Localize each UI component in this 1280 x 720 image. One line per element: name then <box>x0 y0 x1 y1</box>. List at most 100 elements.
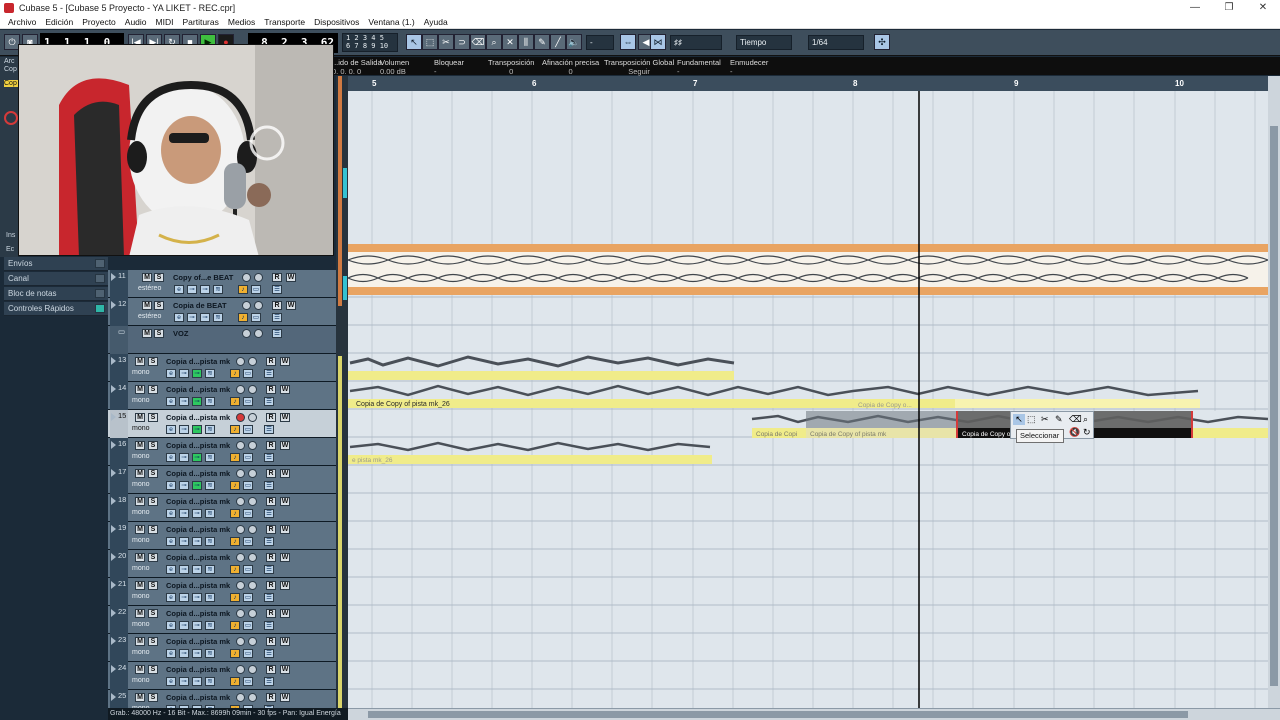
eq-icon[interactable]: ≋ <box>205 565 215 574</box>
folder-icon[interactable]: ▭ <box>243 397 253 406</box>
solo-button[interactable]: S <box>148 581 158 590</box>
notepad-icon[interactable] <box>95 289 105 298</box>
mute-button[interactable]: M <box>135 385 145 394</box>
line-tool-icon[interactable]: ╱ <box>550 34 566 50</box>
eq-icon[interactable]: ≋ <box>205 481 215 490</box>
track-19[interactable]: 19 M S Copia d...pista mk R Wmono e ⊸ ⊸ ≋ ♪ ▭ ☰ <box>108 522 336 550</box>
split-icon[interactable]: ✂ <box>1041 414 1049 425</box>
record-button[interactable] <box>236 693 245 702</box>
track-name[interactable]: Copia d...pista mk <box>166 553 230 562</box>
eq-icon[interactable]: ≋ <box>205 397 215 406</box>
expand-icon[interactable] <box>111 637 116 645</box>
write-button[interactable]: W <box>280 469 290 478</box>
expand-icon[interactable] <box>111 553 116 561</box>
read-button[interactable]: R <box>266 553 276 562</box>
monitor-button[interactable] <box>248 413 257 422</box>
mute-button[interactable]: M <box>135 469 145 478</box>
lanes-icon[interactable]: ☰ <box>264 425 274 434</box>
edit-button[interactable]: e <box>166 425 176 434</box>
edit-button[interactable]: e <box>166 677 176 686</box>
insert-icon[interactable]: ⊸ <box>192 453 202 462</box>
inspector-label-4[interactable]: Ec <box>6 246 14 253</box>
solo-button[interactable]: S <box>148 665 158 674</box>
lock-icon[interactable]: ♪ <box>230 369 240 378</box>
solo-button[interactable]: S <box>148 693 158 702</box>
lock-icon[interactable]: ♪ <box>230 593 240 602</box>
monitor-button[interactable] <box>254 329 263 338</box>
insert-icon[interactable]: ⊸ <box>192 565 202 574</box>
read-button[interactable]: R <box>266 469 276 478</box>
snap-icon[interactable]: ⋈ <box>650 34 666 50</box>
edit-button[interactable]: e <box>166 621 176 630</box>
folder-icon[interactable]: ▭ <box>243 425 253 434</box>
lanes-icon[interactable]: ☰ <box>264 369 274 378</box>
menu-edicion[interactable]: Edición <box>45 17 73 27</box>
vertical-scrollbar[interactable] <box>1268 76 1280 708</box>
edit-button[interactable]: e <box>166 537 176 546</box>
lanes-icon[interactable]: ☰ <box>264 397 274 406</box>
quantize-select[interactable]: 1/64 <box>808 35 864 50</box>
mute-button[interactable]: M <box>135 581 145 590</box>
insert-icon[interactable]: ⊸ <box>192 677 202 686</box>
folder-icon[interactable]: ▭ <box>243 649 253 658</box>
lanes-icon[interactable]: ☰ <box>272 329 282 338</box>
color-select[interactable]: - <box>586 35 614 50</box>
expand-icon[interactable] <box>111 497 116 505</box>
solo-button[interactable]: S <box>148 609 158 618</box>
monitor-button[interactable] <box>248 441 257 450</box>
track-name[interactable]: Copia d...pista mk <box>166 581 230 590</box>
insert-icon[interactable]: ⊸ <box>192 537 202 546</box>
eq-icon[interactable]: ≋ <box>205 425 215 434</box>
folder-icon[interactable]: ▭ <box>110 326 128 354</box>
track-25[interactable]: 25MSCopia d...pista mkRWmonoe⊸⊸≋♪▭☰ <box>108 690 336 710</box>
info-lock[interactable]: Bloquear - <box>434 58 464 76</box>
record-button[interactable] <box>242 301 251 310</box>
monitor-button[interactable] <box>248 385 257 394</box>
track-name[interactable]: Copy of...e BEAT <box>173 273 233 282</box>
write-button[interactable]: W <box>280 665 290 674</box>
folder-icon[interactable]: ▭ <box>243 509 253 518</box>
pointer-icon[interactable]: ↖ <box>1013 414 1025 425</box>
edit-button[interactable]: e <box>166 481 176 490</box>
lock-icon[interactable]: ♪ <box>230 649 240 658</box>
audio-event-track-14[interactable]: Copia de Copy of pista mk_26 <box>348 384 1200 408</box>
mute-button[interactable]: M <box>142 301 152 310</box>
track-17[interactable]: 17 M S Copia d...pista mk R Wmono e ⊸ ⊸ ≋ ♪ ▭ ☰ <box>108 466 336 494</box>
monitor-button[interactable] <box>248 525 257 534</box>
track-name[interactable]: Copia de BEAT <box>173 301 227 310</box>
monitor-button[interactable] <box>254 301 263 310</box>
vertical-scroll-thumb[interactable] <box>1270 126 1278 686</box>
monitor-button[interactable] <box>248 581 257 590</box>
info-global-transpose[interactable]: Transposición Global Seguir <box>604 58 674 76</box>
lane-icon[interactable]: ⊸ <box>179 509 189 518</box>
menu-midi[interactable]: MIDI <box>156 17 174 27</box>
grid-type-select[interactable]: ♯♯ <box>670 35 722 50</box>
mute-button[interactable]: M <box>135 413 145 422</box>
lock-icon[interactable]: ♪ <box>230 537 240 546</box>
menu-ayuda[interactable]: Ayuda <box>424 17 448 27</box>
mute-button[interactable]: M <box>135 665 145 674</box>
read-button[interactable]: R <box>266 497 276 506</box>
folder-icon[interactable]: ▭ <box>243 621 253 630</box>
lane-icon[interactable]: ⊸ <box>179 593 189 602</box>
lanes-icon[interactable]: ☰ <box>264 677 274 686</box>
menu-proyecto[interactable]: Proyecto <box>82 17 116 27</box>
sends-icon[interactable] <box>95 259 105 268</box>
restore-icon[interactable]: ❐ <box>1212 0 1246 15</box>
time-warp-icon[interactable]: ⫼ <box>518 34 534 50</box>
read-button[interactable]: R <box>272 301 282 310</box>
write-button[interactable]: W <box>280 609 290 618</box>
track-name[interactable]: Copia d...pista mk <box>166 413 230 422</box>
monitor-button[interactable] <box>248 665 257 674</box>
info-finetune[interactable]: Afinación precisa 0 <box>542 58 599 76</box>
read-button[interactable]: R <box>266 637 276 646</box>
marker-buttons[interactable]: 1 2 3 4 56 7 8 9 10 <box>342 33 398 52</box>
record-button[interactable] <box>236 609 245 618</box>
lane-icon[interactable]: ⊸ <box>179 425 189 434</box>
menu-medios[interactable]: Medios <box>228 17 255 27</box>
range-tool-icon[interactable]: ⬚ <box>422 34 438 50</box>
expand-icon[interactable] <box>111 301 116 309</box>
record-button[interactable] <box>236 637 245 646</box>
close-icon[interactable]: ✕ <box>1246 0 1280 15</box>
eq-icon[interactable]: ≋ <box>205 649 215 658</box>
